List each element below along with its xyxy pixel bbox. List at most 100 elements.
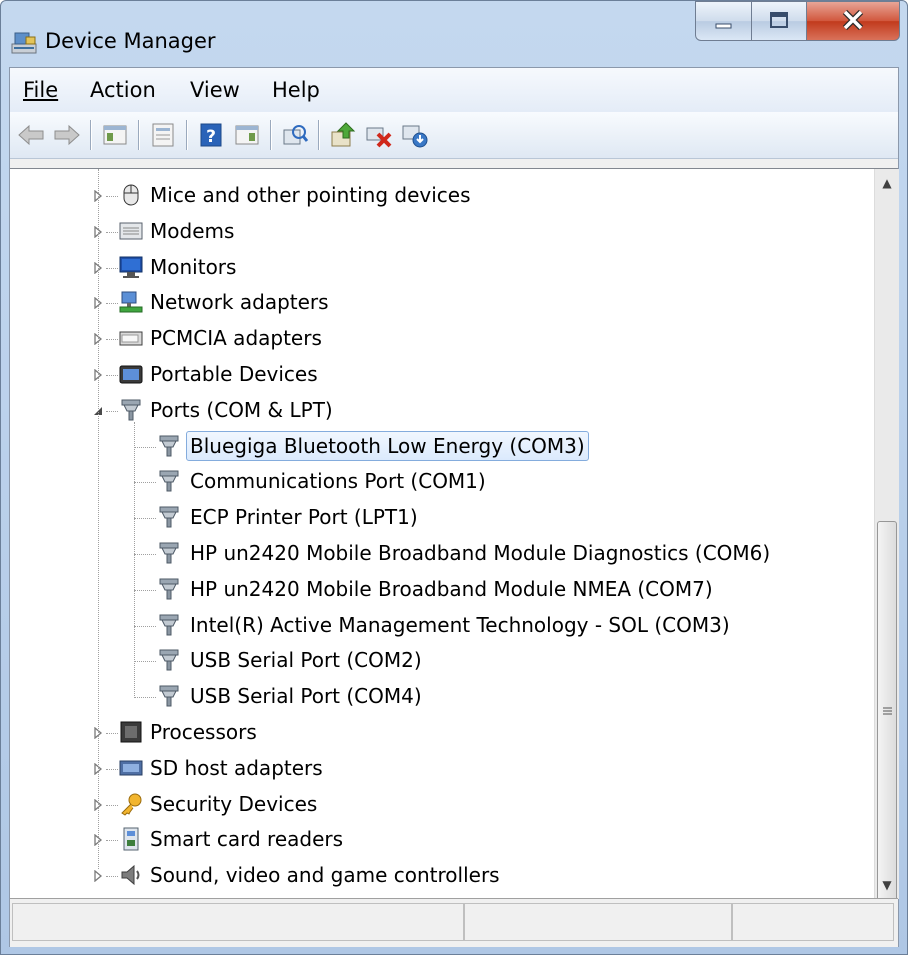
tree-connector bbox=[106, 303, 118, 305]
tree-connector bbox=[106, 840, 118, 842]
tree-connector bbox=[134, 518, 156, 520]
grip-icon bbox=[883, 707, 892, 715]
sd-host-icon bbox=[119, 760, 143, 776]
port-icon bbox=[159, 614, 179, 636]
network-adapter-icon bbox=[119, 291, 143, 313]
properties-icon[interactable] bbox=[148, 120, 178, 150]
minimize-icon bbox=[715, 23, 732, 29]
minimize-button[interactable] bbox=[695, 1, 752, 41]
tree-connector bbox=[134, 554, 156, 555]
tree-category[interactable]: Processors bbox=[10, 716, 870, 748]
tree-connector bbox=[134, 697, 156, 699]
window-title: Device Manager bbox=[45, 29, 216, 53]
tree-category[interactable]: Modems bbox=[10, 215, 870, 247]
status-bar bbox=[10, 898, 898, 947]
tree-connector bbox=[98, 169, 99, 870]
tree-item-label: Ports (COM & LPT) bbox=[150, 397, 333, 422]
tree-category[interactable]: SD host adapters bbox=[10, 752, 870, 784]
toolbar: ? bbox=[10, 112, 898, 159]
processor-icon bbox=[120, 721, 142, 743]
tree-item-label: Network adapters bbox=[150, 290, 329, 315]
tree-connector bbox=[134, 421, 135, 699]
tree-item-label: Smart card readers bbox=[150, 827, 344, 852]
security-key-icon bbox=[121, 793, 142, 816]
modem-icon bbox=[119, 222, 143, 240]
tree-category[interactable]: PCMCIA adapters bbox=[10, 322, 870, 354]
tree-item-label: USB Serial Port (COM2) bbox=[190, 648, 422, 673]
device-manager-icon bbox=[11, 32, 37, 54]
toolbar-separator bbox=[270, 120, 271, 150]
tree-device[interactable]: USB Serial Port (COM4) bbox=[10, 680, 870, 712]
pcmcia-icon bbox=[119, 331, 143, 346]
close-button[interactable] bbox=[806, 1, 900, 41]
title-bar[interactable]: Device Manager bbox=[1, 1, 907, 67]
tree-item-label: Monitors bbox=[150, 254, 237, 279]
help-icon[interactable]: ? bbox=[196, 120, 226, 150]
tree-item-label: ECP Printer Port (LPT1) bbox=[190, 505, 418, 530]
tree-item-label: SD host adapters bbox=[150, 755, 323, 780]
tree-device[interactable]: Communications Port (COM1) bbox=[10, 465, 870, 497]
scroll-up-button[interactable]: ▲ bbox=[875, 171, 899, 195]
status-pane-main bbox=[12, 903, 464, 941]
svg-text:?: ? bbox=[206, 127, 216, 147]
tree-device[interactable]: HP un2420 Mobile Broadband Module NMEA (… bbox=[10, 573, 870, 605]
tree-category[interactable]: Sound, video and game controllers bbox=[10, 859, 870, 891]
status-pane-right bbox=[732, 903, 894, 941]
tree-item-label: Security Devices bbox=[150, 791, 318, 816]
tree-item-label: Sound, video and game controllers bbox=[150, 863, 500, 888]
menu-file[interactable]: File bbox=[23, 78, 58, 102]
tree-item-label: Portable Devices bbox=[150, 362, 318, 386]
monitor-icon bbox=[119, 256, 143, 278]
maximize-button[interactable] bbox=[751, 1, 807, 41]
tree-device[interactable]: Bluegiga Bluetooth Low Energy (COM3) bbox=[10, 430, 870, 462]
tree-category[interactable]: Monitors bbox=[10, 251, 870, 283]
tree-category[interactable]: Ports (COM & LPT) bbox=[10, 394, 870, 426]
tree-category[interactable]: Network adapters bbox=[10, 286, 870, 318]
tree-connector bbox=[106, 733, 118, 734]
tree-connector bbox=[134, 446, 156, 448]
maximize-icon bbox=[770, 12, 788, 28]
port-icon bbox=[159, 649, 179, 671]
disable-device-icon[interactable] bbox=[400, 120, 430, 150]
tree-connector bbox=[106, 231, 118, 233]
status-pane-middle bbox=[464, 903, 732, 941]
tree-device[interactable]: HP un2420 Mobile Broadband Module Diagno… bbox=[10, 537, 870, 569]
scan-hardware-icon[interactable] bbox=[280, 120, 310, 150]
port-icon bbox=[159, 470, 179, 492]
tree-connector bbox=[106, 196, 118, 197]
tree-connector bbox=[106, 410, 118, 412]
tree-connector bbox=[134, 589, 156, 591]
back-icon[interactable] bbox=[16, 120, 46, 150]
tree-device[interactable]: USB Serial Port (COM2) bbox=[10, 644, 870, 676]
tree-category[interactable]: Smart card readers bbox=[10, 823, 870, 855]
tree-item-label: Communications Port (COM1) bbox=[190, 469, 486, 494]
uninstall-icon[interactable] bbox=[364, 120, 394, 150]
port-icon bbox=[159, 685, 179, 707]
tree-device[interactable]: Intel(R) Active Management Technology - … bbox=[10, 609, 870, 641]
tree-category[interactable]: Portable Devices bbox=[10, 358, 870, 390]
tree-item-label: USB Serial Port (COM4) bbox=[190, 684, 422, 709]
update-driver-icon[interactable] bbox=[328, 120, 358, 150]
smart-card-icon bbox=[123, 827, 139, 851]
tree-item-label: Processors bbox=[150, 720, 257, 744]
tree-connector bbox=[106, 339, 118, 341]
show-hide-console-tree-icon[interactable] bbox=[100, 120, 130, 150]
menu-action[interactable]: Action bbox=[90, 78, 156, 102]
menu-bar: File Action View Help bbox=[10, 68, 898, 113]
toolbar-separator bbox=[90, 120, 91, 150]
show-action-pane-icon[interactable] bbox=[232, 120, 262, 150]
tree-connector bbox=[134, 482, 156, 484]
tree-connector bbox=[106, 804, 118, 806]
tree-item-label: Modems bbox=[150, 218, 235, 243]
menu-help[interactable]: Help bbox=[272, 78, 320, 102]
menu-view[interactable]: View bbox=[190, 78, 240, 102]
tree-category[interactable]: Security Devices bbox=[10, 788, 870, 820]
expander-collapsed-icon[interactable] bbox=[92, 870, 104, 883]
scroll-down-button[interactable]: ▼ bbox=[875, 873, 899, 897]
vertical-scrollbar[interactable]: ▲ ▼ bbox=[874, 169, 899, 911]
tree-category[interactable]: Mice and other pointing devices bbox=[10, 179, 870, 211]
scroll-thumb[interactable] bbox=[877, 521, 897, 911]
forward-icon[interactable] bbox=[52, 120, 82, 150]
speaker-icon bbox=[121, 865, 140, 886]
tree-device[interactable]: ECP Printer Port (LPT1) bbox=[10, 501, 870, 533]
